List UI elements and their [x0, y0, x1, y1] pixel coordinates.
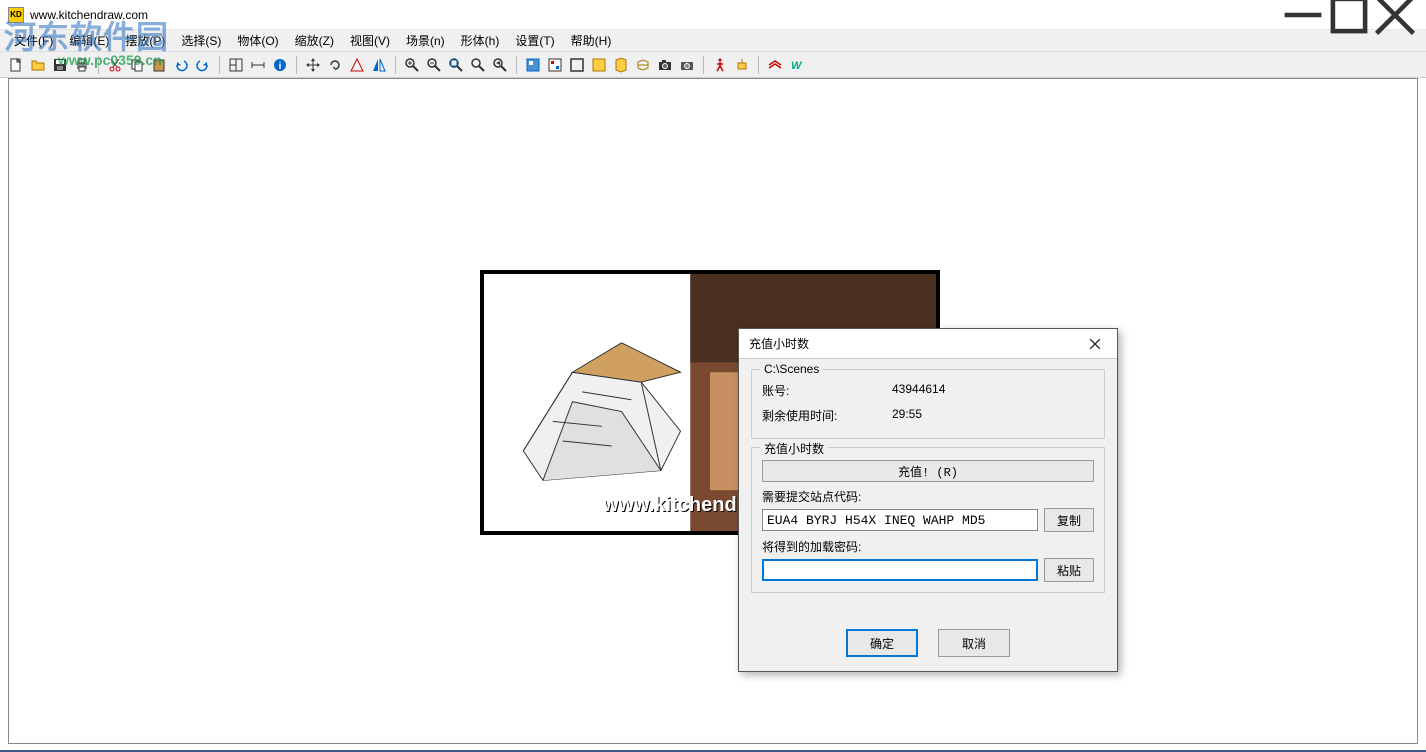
menu-select[interactable]: 选择(S)	[173, 30, 229, 51]
camera-icon[interactable]	[655, 55, 675, 75]
remaining-value: 29:55	[892, 407, 922, 424]
recharge-group: 充值小时数 充值! (R) 需要提交站点代码: 复制 将得到的加载密码: 粘贴	[751, 447, 1105, 593]
mirror-icon[interactable]	[369, 55, 389, 75]
print-icon[interactable]	[72, 55, 92, 75]
menu-view[interactable]: 视图(V)	[342, 30, 398, 51]
menu-place[interactable]: 摆放(P)	[117, 30, 173, 51]
new-icon[interactable]	[6, 55, 26, 75]
window-title: www.kitchendraw.com	[30, 8, 1280, 22]
account-group-title: C:\Scenes	[760, 362, 823, 376]
window-icon[interactable]	[633, 55, 653, 75]
wall-icon[interactable]	[567, 55, 587, 75]
paste-button[interactable]: 粘贴	[1044, 558, 1094, 582]
floor-icon[interactable]	[589, 55, 609, 75]
site-code-label: 需要提交站点代码:	[762, 488, 1094, 505]
web-icon[interactable]: W	[787, 55, 807, 75]
minimize-button[interactable]	[1280, 0, 1326, 30]
measure-icon[interactable]	[248, 55, 268, 75]
info-icon[interactable]: i	[270, 55, 290, 75]
cancel-button[interactable]: 取消	[938, 629, 1010, 657]
undo-icon[interactable]	[171, 55, 191, 75]
render-icon[interactable]	[545, 55, 565, 75]
account-value: 43944614	[892, 382, 945, 399]
svg-text:W: W	[791, 60, 803, 72]
maximize-button[interactable]	[1326, 0, 1372, 30]
site-code-input[interactable]	[762, 509, 1038, 531]
menu-zoom[interactable]: 缩放(Z)	[287, 30, 342, 51]
open-icon[interactable]	[28, 55, 48, 75]
light-icon[interactable]	[732, 55, 752, 75]
menu-object[interactable]: 物体(O)	[229, 30, 286, 51]
recharge-group-title: 充值小时数	[760, 440, 828, 457]
toolbar: i W	[0, 52, 1426, 78]
save-icon[interactable]	[50, 55, 70, 75]
redo-icon[interactable]	[193, 55, 213, 75]
menu-edit[interactable]: 编辑(E)	[61, 30, 117, 51]
dialog-title-text: 充值小时数	[749, 335, 1083, 352]
zoom-prev-icon[interactable]	[490, 55, 510, 75]
menu-help[interactable]: 帮助(H)	[563, 30, 620, 51]
scale-icon[interactable]	[347, 55, 367, 75]
view3d-icon[interactable]	[523, 55, 543, 75]
move-icon[interactable]	[303, 55, 323, 75]
menu-scene[interactable]: 场景(n)	[398, 30, 453, 51]
zoom-in-icon[interactable]	[402, 55, 422, 75]
paste-icon[interactable]	[149, 55, 169, 75]
menubar: 文件(F) 编辑(E) 摆放(P) 选择(S) 物体(O) 缩放(Z) 视图(V…	[0, 30, 1426, 52]
cut-icon[interactable]	[105, 55, 125, 75]
door-icon[interactable]	[611, 55, 631, 75]
recharge-dialog: 充值小时数 C:\Scenes 账号: 43944614 剩余使用时间: 29:…	[738, 328, 1118, 672]
titlebar: KD www.kitchendraw.com	[0, 0, 1426, 30]
load-code-input[interactable]	[762, 559, 1038, 581]
plan-icon[interactable]	[226, 55, 246, 75]
copy-icon[interactable]	[127, 55, 147, 75]
app-icon: KD	[8, 7, 24, 23]
ok-button[interactable]: 确定	[846, 629, 918, 657]
zoom-fit-icon[interactable]	[446, 55, 466, 75]
dialog-close-button[interactable]	[1083, 332, 1107, 356]
menu-settings[interactable]: 设置(T)	[507, 30, 562, 51]
menu-shape[interactable]: 形体(h)	[453, 30, 508, 51]
photo-icon[interactable]	[677, 55, 697, 75]
zoom-window-icon[interactable]	[468, 55, 488, 75]
account-label: 账号:	[762, 382, 892, 399]
layer-icon[interactable]	[765, 55, 785, 75]
load-code-label: 将得到的加载密码:	[762, 538, 1094, 555]
dialog-titlebar[interactable]: 充值小时数	[739, 329, 1117, 359]
recharge-button[interactable]: 充值! (R)	[762, 460, 1094, 482]
zoom-out-icon[interactable]	[424, 55, 444, 75]
remaining-label: 剩余使用时间:	[762, 407, 892, 424]
copy-button[interactable]: 复制	[1044, 508, 1094, 532]
close-button[interactable]	[1372, 0, 1418, 30]
svg-text:i: i	[279, 61, 282, 72]
rotate-icon[interactable]	[325, 55, 345, 75]
menu-file[interactable]: 文件(F)	[6, 30, 61, 51]
account-group: C:\Scenes 账号: 43944614 剩余使用时间: 29:55	[751, 369, 1105, 439]
walk-icon[interactable]	[710, 55, 730, 75]
